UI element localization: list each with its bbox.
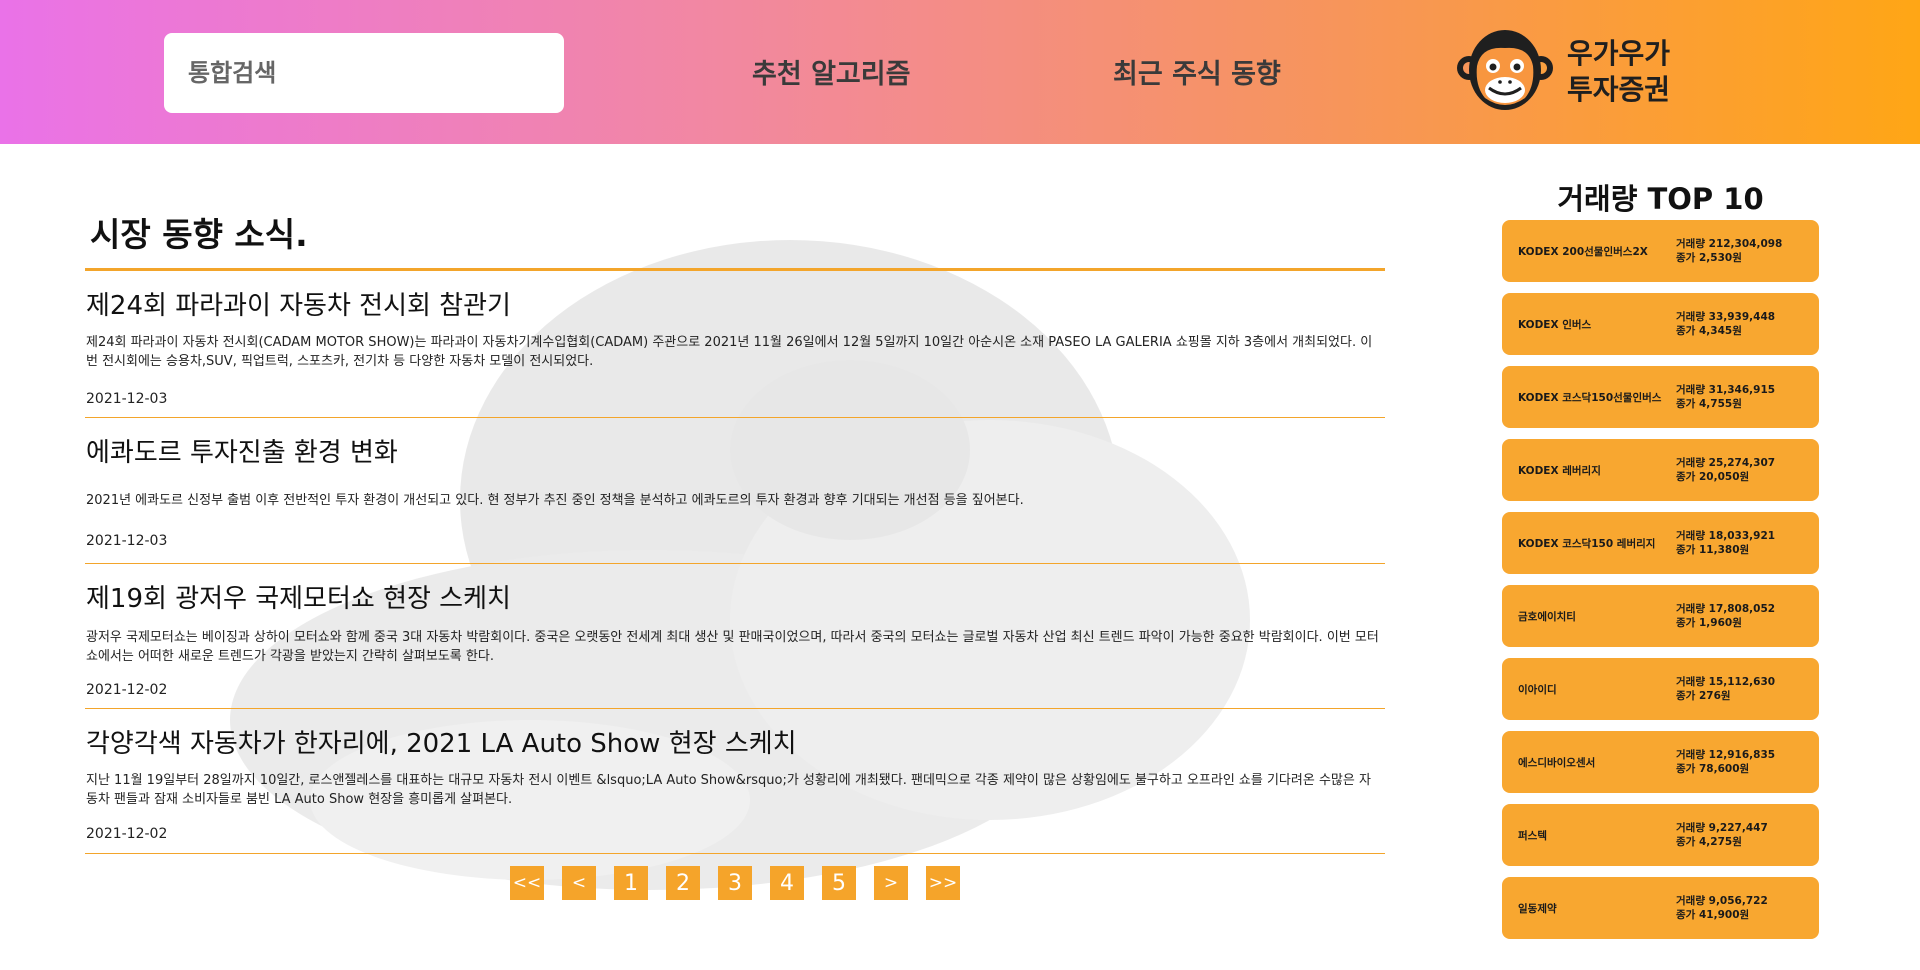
news-date: 2021-12-02 bbox=[86, 826, 168, 842]
stock-card[interactable]: KODEX 레버리지 거래량 25,274,307 종가 20,050원 bbox=[1502, 439, 1819, 501]
stock-close-price: 종가 11,380원 bbox=[1676, 544, 1750, 556]
stock-stats: 거래량 17,808,052 종가 1,960원 bbox=[1676, 602, 1775, 630]
search-input[interactable] bbox=[186, 58, 550, 88]
monkey-icon bbox=[1457, 30, 1553, 110]
news-summary: 지난 11월 19일부터 28일까지 10일간, 로스앤젤레스를 대표하는 대규… bbox=[86, 773, 1371, 807]
last-page-button[interactable]: >> bbox=[926, 866, 960, 900]
stock-card[interactable]: 퍼스텍 거래량 9,227,447 종가 4,275원 bbox=[1502, 804, 1819, 866]
pagination: << < 1 2 3 4 5 > >> bbox=[510, 866, 960, 900]
stock-name: 금호에이치티 bbox=[1518, 610, 1576, 623]
stock-card[interactable]: 일동제약 거래량 9,056,722 종가 41,900원 bbox=[1502, 877, 1819, 939]
section-title: 시장 동향 소식. bbox=[90, 215, 308, 254]
stock-name: 에스디바이오센서 bbox=[1518, 756, 1596, 769]
brand-name: 우가우가 투자증권 bbox=[1567, 36, 1670, 108]
news-title[interactable]: 각양각색 자동차가 한자리에, 2021 LA Auto Show 현장 스케치 bbox=[86, 723, 797, 760]
news-item: 제19회 광저우 국제모터쇼 현장 스케치 광저우 국제모터쇼는 베이징과 상하… bbox=[85, 564, 1385, 709]
news-summary: 2021년 에콰도르 신정부 출범 이후 전반적인 투자 환경이 개선되고 있다… bbox=[86, 493, 1024, 508]
stock-volume: 거래량 9,056,722 bbox=[1676, 895, 1768, 907]
page-2-button[interactable]: 2 bbox=[666, 866, 700, 900]
stock-volume: 거래량 15,112,630 bbox=[1676, 676, 1776, 688]
page-4-button[interactable]: 4 bbox=[770, 866, 804, 900]
news-summary: 제24회 파라과이 자동차 전시회(CADAM MOTOR SHOW)는 파라과… bbox=[86, 335, 1373, 369]
top-header: 추천 알고리즘 최근 주식 동향 우가우가 투자증권 bbox=[0, 0, 1920, 144]
stock-close-price: 종가 41,900원 bbox=[1676, 909, 1750, 921]
stock-volume: 거래량 31,346,915 bbox=[1676, 384, 1776, 396]
stock-volume: 거래량 17,808,052 bbox=[1676, 603, 1776, 615]
stock-close-price: 종가 276원 bbox=[1676, 690, 1731, 702]
news-title[interactable]: 에콰도르 투자진출 환경 변화 bbox=[86, 432, 398, 469]
stock-stats: 거래량 9,227,447 종가 4,275원 bbox=[1676, 821, 1768, 849]
stock-volume: 거래량 18,033,921 bbox=[1676, 530, 1776, 542]
brand-name-line2: 투자증권 bbox=[1567, 73, 1671, 106]
stock-card[interactable]: 금호에이치티 거래량 17,808,052 종가 1,960원 bbox=[1502, 585, 1819, 647]
stock-close-price: 종가 20,050원 bbox=[1676, 471, 1750, 483]
stock-stats: 거래량 25,274,307 종가 20,050원 bbox=[1676, 456, 1775, 484]
stock-close-price: 종가 4,755원 bbox=[1676, 398, 1742, 410]
stock-stats: 거래량 9,056,722 종가 41,900원 bbox=[1676, 894, 1768, 922]
page-5-button[interactable]: 5 bbox=[822, 866, 856, 900]
stock-close-price: 종가 2,530원 bbox=[1676, 252, 1742, 264]
stock-name: 퍼스텍 bbox=[1518, 829, 1547, 842]
stock-name: KODEX 200선물인버스2X bbox=[1518, 245, 1648, 258]
stock-name: KODEX 코스닥150선물인버스 bbox=[1518, 391, 1662, 404]
news-title[interactable]: 제24회 파라과이 자동차 전시회 참관기 bbox=[86, 285, 511, 322]
news-item: 에콰도르 투자진출 환경 변화 2021년 에콰도르 신정부 출범 이후 전반적… bbox=[85, 418, 1385, 564]
next-page-button[interactable]: > bbox=[874, 866, 908, 900]
nav-recent-stock-trend[interactable]: 최근 주식 동향 bbox=[1113, 52, 1281, 91]
stock-card[interactable]: 에스디바이오센서 거래량 12,916,835 종가 78,600원 bbox=[1502, 731, 1819, 793]
brand-name-line1: 우가우가 bbox=[1567, 37, 1671, 70]
stock-volume: 거래량 212,304,098 bbox=[1676, 238, 1783, 250]
stock-close-price: 종가 4,345원 bbox=[1676, 325, 1742, 337]
stock-stats: 거래량 12,916,835 종가 78,600원 bbox=[1676, 748, 1775, 776]
first-page-button[interactable]: << bbox=[510, 866, 544, 900]
stock-name: 이아이디 bbox=[1518, 683, 1557, 696]
nav-recommend-algorithm[interactable]: 추천 알고리즘 bbox=[752, 52, 910, 91]
stock-name: 일동제약 bbox=[1518, 902, 1557, 915]
stock-volume: 거래량 9,227,447 bbox=[1676, 822, 1768, 834]
stock-stats: 거래량 33,939,448 종가 4,345원 bbox=[1676, 310, 1775, 338]
news-date: 2021-12-03 bbox=[86, 391, 168, 407]
stock-name: KODEX 인버스 bbox=[1518, 318, 1592, 331]
news-item: 제24회 파라과이 자동차 전시회 참관기 제24회 파라과이 자동차 전시회(… bbox=[85, 271, 1385, 418]
stock-close-price: 종가 4,275원 bbox=[1676, 836, 1742, 848]
news-date: 2021-12-03 bbox=[86, 533, 168, 549]
brand-logo[interactable]: 우가우가 투자증권 bbox=[1455, 24, 1670, 120]
stock-card[interactable]: KODEX 200선물인버스2X 거래량 212,304,098 종가 2,53… bbox=[1502, 220, 1819, 282]
stock-volume: 거래량 12,916,835 bbox=[1676, 749, 1776, 761]
stock-name: KODEX 레버리지 bbox=[1518, 464, 1601, 477]
stock-card[interactable]: KODEX 코스닥150선물인버스 거래량 31,346,915 종가 4,75… bbox=[1502, 366, 1819, 428]
news-summary: 광저우 국제모터쇼는 베이징과 상하이 모터쇼와 함께 중국 3대 자동차 박람… bbox=[86, 630, 1379, 664]
stock-close-price: 종가 1,960원 bbox=[1676, 617, 1742, 629]
stock-volume: 거래량 25,274,307 bbox=[1676, 457, 1776, 469]
stock-stats: 거래량 15,112,630 종가 276원 bbox=[1676, 675, 1775, 703]
news-item: 각양각색 자동차가 한자리에, 2021 LA Auto Show 현장 스케치… bbox=[85, 709, 1385, 854]
stock-stats: 거래량 212,304,098 종가 2,530원 bbox=[1676, 237, 1782, 265]
stock-card[interactable]: 이아이디 거래량 15,112,630 종가 276원 bbox=[1502, 658, 1819, 720]
news-date: 2021-12-02 bbox=[86, 682, 168, 698]
page-1-button[interactable]: 1 bbox=[614, 866, 648, 900]
search-box[interactable] bbox=[164, 33, 564, 113]
stock-card[interactable]: KODEX 코스닥150 레버리지 거래량 18,033,921 종가 11,3… bbox=[1502, 512, 1819, 574]
stock-stats: 거래량 31,346,915 종가 4,755원 bbox=[1676, 383, 1775, 411]
volume-top10-title: 거래량 TOP 10 bbox=[1557, 182, 1764, 216]
news-title[interactable]: 제19회 광저우 국제모터쇼 현장 스케치 bbox=[86, 578, 511, 615]
stock-name: KODEX 코스닥150 레버리지 bbox=[1518, 537, 1656, 550]
prev-page-button[interactable]: < bbox=[562, 866, 596, 900]
stock-close-price: 종가 78,600원 bbox=[1676, 763, 1750, 775]
stock-card[interactable]: KODEX 인버스 거래량 33,939,448 종가 4,345원 bbox=[1502, 293, 1819, 355]
stock-volume: 거래량 33,939,448 bbox=[1676, 311, 1776, 323]
page-3-button[interactable]: 3 bbox=[718, 866, 752, 900]
stock-stats: 거래량 18,033,921 종가 11,380원 bbox=[1676, 529, 1775, 557]
